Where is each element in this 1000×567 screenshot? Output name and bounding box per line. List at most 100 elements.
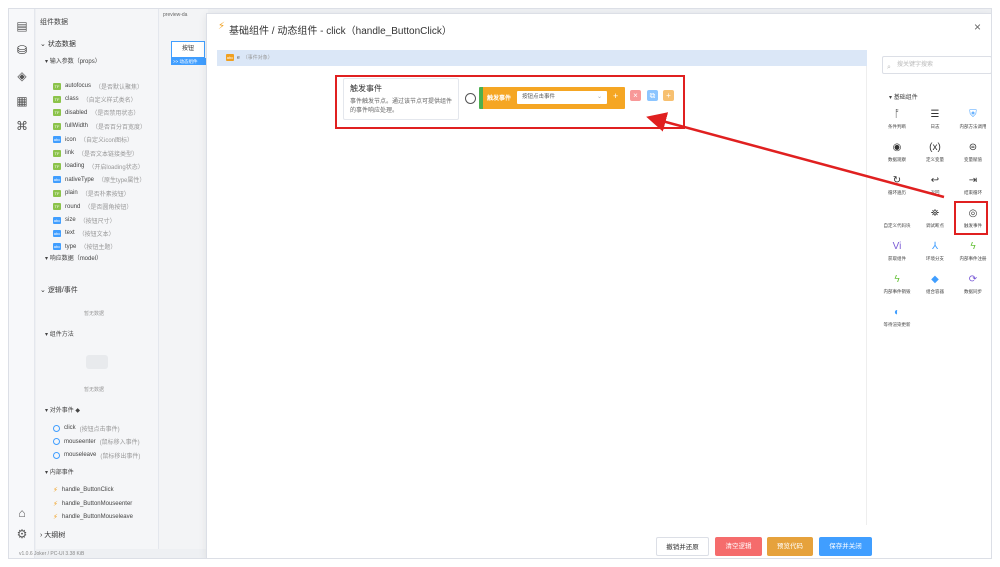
caret-down-icon: ▾: [45, 59, 49, 65]
search-input[interactable]: ⌕ 搜关键字搜索: [882, 56, 991, 74]
add-block-icon[interactable]: +: [663, 90, 674, 101]
delete-icon[interactable]: ×: [630, 90, 641, 101]
palette-item[interactable]: ◉ 数据观察: [879, 141, 915, 171]
add-icon[interactable]: +: [613, 92, 618, 101]
block-label: 触发事件: [487, 96, 512, 102]
sync-icon: ⟳: [968, 274, 978, 285]
prop-item[interactable]: abc icon （自定义icon图标）: [53, 135, 133, 145]
internal-events-group[interactable]: ▾ 内部事件: [45, 467, 74, 476]
palette-item[interactable]: ϟ 内部事件注册: [955, 240, 991, 270]
logic-events-section[interactable]: ⌄ 逻辑/事件: [40, 285, 78, 295]
prop-item[interactable]: TF class （自定义样式类名）: [53, 94, 137, 104]
prop-name: type: [65, 243, 77, 250]
loop-icon: ↻: [892, 175, 902, 186]
preview-area: preview-da 按钮 >> 动态组件: [158, 9, 209, 549]
home-icon[interactable]: ⌂: [15, 506, 29, 520]
prop-item[interactable]: TF round （是否圆角按钮）: [53, 202, 132, 212]
logic-canvas[interactable]: abc e （事件对象） 触发事件 事件触发节点。通过该节点可提供组件的事件响应处…: [217, 50, 867, 525]
table-icon[interactable]: ▦: [15, 94, 29, 108]
palette-item[interactable]: ↩ 返回: [917, 174, 953, 204]
prop-item[interactable]: abc nativeType （原生type属性）: [53, 175, 145, 185]
prop-name: plain: [65, 190, 78, 197]
palette-item[interactable]: ◐ 等待渲染更新: [879, 306, 915, 336]
register-icon: ϟ: [970, 241, 976, 252]
revert-button[interactable]: 撤销并还原: [656, 537, 709, 556]
handler-name: handle_ButtonMouseenter: [61, 500, 133, 507]
clear-logic-button[interactable]: 清空逻辑: [715, 537, 762, 556]
prop-desc: （是否禁用状态）: [91, 111, 140, 118]
bolt-icon: ⚡: [53, 500, 58, 508]
palette-item[interactable]: ⟳ 数据同步: [955, 273, 991, 303]
data-icon[interactable]: ⛁: [15, 43, 29, 57]
event-item[interactable]: mouseleave (鼠标移出事件): [53, 450, 140, 460]
event-item[interactable]: click (按钮点击事件): [53, 423, 120, 433]
prop-item[interactable]: TF loading （开启loading状态）: [53, 161, 144, 171]
handler-item[interactable]: ⚡ handle_ButtonClick: [53, 485, 114, 495]
app-window: ▤ ⛁ ◈ ▦ ⌘ ⌂ ⚙ 组件数据 ⌄ 状态数据 ▾ 输入参数（props） …: [8, 8, 992, 559]
event-item[interactable]: mouseenter (鼠标移入事件): [53, 437, 140, 447]
preview-button[interactable]: 按钮: [171, 41, 205, 58]
plugin-icon[interactable]: ⌘: [15, 119, 29, 133]
prop-item[interactable]: TF plain （是否朴素按钮）: [53, 188, 130, 198]
palette-item[interactable]: ⛨ 内部方法调用: [955, 108, 991, 138]
palette-item[interactable]: ⛯ 调试断点: [917, 207, 953, 237]
type-badge: TF: [53, 149, 61, 157]
event-name: mouseenter: [64, 438, 96, 445]
palette-item[interactable]: 自定义代码块: [879, 207, 915, 237]
palette-item-label: 日志: [930, 124, 940, 129]
palette-item[interactable]: ϟ 内部事件销毁: [879, 273, 915, 303]
input-props-group[interactable]: ▾ 输入参数（props）: [45, 56, 101, 65]
data-panel: 组件数据 ⌄ 状态数据 ▾ 输入参数（props） TF autofocus （是否…: [36, 9, 158, 549]
wait-icon: ◐: [893, 307, 901, 318]
trigger-node-card[interactable]: 触发事件 事件触发节点。通过该节点可提供组件的事件响应处理。: [343, 78, 459, 120]
model-data-group[interactable]: ▾ 响应数据（model）: [45, 253, 102, 262]
type-badge: TF: [53, 189, 61, 197]
preview-code-button[interactable]: 预览代码: [767, 537, 813, 556]
palette-item[interactable]: Vi 获取组件: [879, 240, 915, 270]
panel-title: 组件数据: [40, 19, 68, 26]
component-methods-group[interactable]: ▾ 组件方法: [45, 329, 74, 338]
prop-item[interactable]: abc text （按钮文本）: [53, 228, 115, 238]
empty-text: 暂无数据: [84, 311, 105, 317]
log-icon: ☰: [930, 109, 940, 120]
palette-item[interactable]: ⊜ 变量赋值: [955, 141, 991, 171]
outline-section[interactable]: › 大纲树: [40, 530, 65, 540]
save-close-button[interactable]: 保存并关闭: [819, 537, 872, 556]
prop-item[interactable]: TF disabled （是否禁用状态）: [53, 108, 139, 118]
palette-item-label: 自定义代码块: [883, 223, 911, 228]
palette-item-label: 环境分支: [926, 256, 944, 261]
palette-item[interactable]: ↻ 循环遍历: [879, 174, 915, 204]
trigger-event-block[interactable]: 触发事件 按钮点击事件 ⌄ +: [479, 87, 625, 109]
empty-illustration: [86, 355, 108, 369]
component-icon[interactable]: ▤: [15, 19, 29, 33]
prop-desc: （按钮尺寸）: [79, 218, 116, 225]
close-icon[interactable]: ×: [974, 20, 981, 34]
event-select[interactable]: 按钮点击事件 ⌄: [517, 91, 607, 104]
state-data-section[interactable]: ⌄ 状态数据: [40, 39, 76, 49]
preview-tab[interactable]: preview-da: [163, 12, 187, 18]
handler-item[interactable]: ⚡ handle_ButtonMouseenter: [53, 499, 132, 509]
palette-item[interactable]: ⇥ 结束循环: [955, 174, 991, 204]
palette-item[interactable]: ⅄ 环境分支: [917, 240, 953, 270]
layers-icon[interactable]: ◈: [15, 69, 29, 83]
node-title: 触发事件: [350, 84, 382, 93]
gear-icon[interactable]: ⚙: [15, 527, 29, 541]
prop-item[interactable]: TF autofocus （是否默认聚焦）: [53, 81, 143, 91]
palette-item[interactable]: ◆ 组合容器: [917, 273, 953, 303]
handler-item[interactable]: ⚡ handle_ButtonMouseleave: [53, 512, 133, 522]
copy-icon[interactable]: ⧉: [647, 90, 658, 101]
palette-item[interactable]: ᚩ 条件判断: [879, 108, 915, 138]
env-branch-icon: ⅄: [931, 241, 939, 252]
palette-section[interactable]: ▾ 基础组件: [889, 92, 918, 101]
type-badge: abc: [53, 136, 61, 144]
prop-item[interactable]: TF fullWidth （是否百分百宽度）: [53, 121, 146, 131]
caret-down-icon: ▾: [45, 332, 49, 338]
external-events-group[interactable]: ▾ 对外事件 ◆: [45, 405, 80, 414]
caret-down-icon: ▾: [45, 256, 49, 262]
palette-item-label: 等待渲染更新: [883, 322, 911, 327]
palette-item[interactable]: (x) 定义变量: [917, 141, 953, 171]
prop-item[interactable]: TF link （是否文本链接类型）: [53, 148, 138, 158]
palette-item[interactable]: ☰ 日志: [917, 108, 953, 138]
prop-item[interactable]: abc size （按钮尺寸）: [53, 215, 116, 225]
prop-item[interactable]: abc type （按钮主题）: [53, 242, 116, 252]
